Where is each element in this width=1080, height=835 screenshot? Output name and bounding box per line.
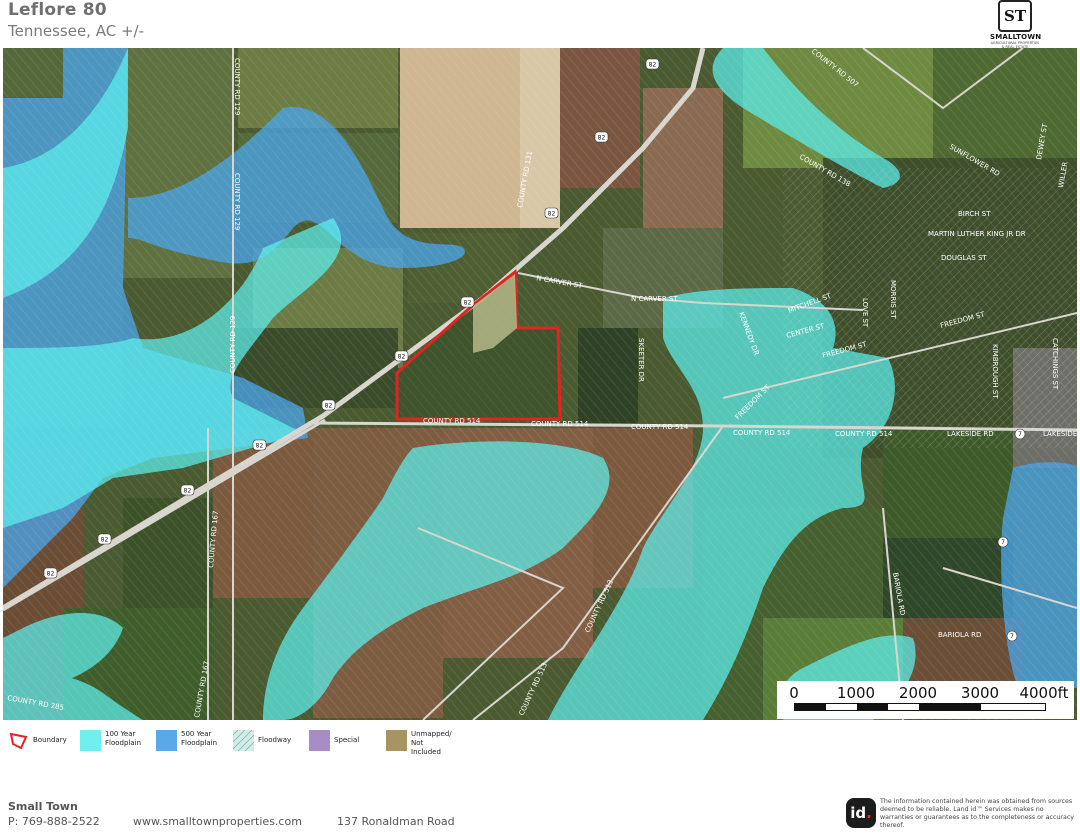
map-report-page: Leflore 80 Tennessee, AC +/- ST SMALLTOW… [0, 0, 1080, 835]
road-label: BIRCH ST [958, 210, 991, 218]
floodplain-100-swatch [80, 730, 101, 751]
road-label: MARTIN LUTHER KING JR DR [928, 230, 1026, 238]
footer-disclaimer: The information contained herein was obt… [880, 798, 1075, 829]
road-label: COUNTY RD 514 [631, 423, 689, 431]
route-shield: 82 [180, 484, 195, 496]
svg-text:82: 82 [464, 300, 472, 307]
smalltown-logo: ST SMALLTOWN AGRICULTURAL PROPERTIES & R… [990, 0, 1042, 49]
route-shield: 82 [252, 439, 267, 451]
road-label: COUNTY RD 514 [835, 430, 893, 438]
svg-text:82: 82 [598, 135, 606, 142]
road-label: MORRIS ST [889, 280, 897, 319]
aerial-map[interactable]: COUNTY RD 507 COUNTY RD 129 COUNTY RD 12… [3, 48, 1077, 720]
boundary-swatch [9, 732, 28, 750]
route-shield: 82 [321, 399, 336, 411]
road-label: COUNTY RD 129 [233, 58, 241, 115]
svg-text:82: 82 [256, 443, 264, 450]
road-label: SKEETER DR [637, 338, 645, 382]
legend-label: Floodway [258, 736, 292, 744]
footer-phone: P: 769-888-2522 [8, 815, 100, 828]
special-swatch [309, 730, 330, 751]
route-marker: 7 [1014, 428, 1026, 440]
svg-text:82: 82 [47, 571, 55, 578]
logo-name: SMALLTOWN [990, 33, 1042, 41]
route-shield: 82 [97, 533, 112, 545]
scale-label: 1000 [836, 684, 876, 702]
route-shield: 82 [394, 350, 409, 362]
road-label: LOVE ST [861, 298, 869, 328]
scale-label: 4000ft [1019, 684, 1069, 702]
unmapped-swatch [386, 730, 407, 751]
footer-address: 137 Ronaldman Road [337, 815, 455, 828]
legend-label: Unmapped/ Not Included [411, 730, 452, 756]
svg-text:7: 7 [1001, 539, 1005, 546]
scale-label: 3000 [960, 684, 1000, 702]
svg-text:82: 82 [398, 354, 406, 361]
map-canvas: COUNTY RD 507 COUNTY RD 129 COUNTY RD 12… [3, 48, 1077, 720]
footer-website-link[interactable]: www.smalltownproperties.com [133, 815, 302, 828]
road-label: COUNTY RD 514 [733, 429, 791, 437]
road-label: COUNTY RD 129 [229, 316, 237, 373]
legend-label: Special [334, 736, 360, 744]
road-label: CATCHINGS ST [1051, 338, 1059, 390]
road-label: COUNTY RD 129 [233, 173, 241, 230]
scale-label: 0 [789, 684, 799, 702]
landid-logo-dot: . [866, 804, 872, 822]
svg-text:82: 82 [649, 62, 657, 69]
road-label: COUNTY RD 514 [531, 420, 589, 428]
scale-label: 2000 [898, 684, 938, 702]
svg-text:82: 82 [101, 537, 109, 544]
road-label: COUNTY RD 514 [423, 417, 481, 425]
road-label: DOUGLAS ST [941, 254, 987, 262]
route-marker: 7 [1006, 630, 1018, 642]
floodplain-500-swatch [156, 730, 177, 751]
svg-text:7: 7 [1010, 633, 1014, 640]
legend-label: 100 Year Floodplain [105, 730, 142, 747]
landid-logo: id. [846, 798, 876, 828]
route-marker: 7 [997, 536, 1009, 548]
report-title: Leflore 80 [8, 0, 107, 20]
legend-label: Boundary [33, 736, 67, 744]
route-shield: 82 [645, 58, 660, 70]
svg-text:7: 7 [1018, 431, 1022, 438]
svg-text:82: 82 [325, 403, 333, 410]
scale-bar: 0 1000 2000 3000 4000ft [777, 681, 1074, 719]
landid-logo-text: id [850, 804, 867, 822]
logo-monogram: ST [998, 0, 1032, 32]
report-subtitle: Tennessee, AC +/- [8, 22, 144, 40]
route-shield: 82 [43, 567, 58, 579]
road-label: LAKESIDE RD [947, 430, 994, 438]
svg-text:82: 82 [184, 488, 192, 495]
floodway-swatch [233, 730, 254, 751]
road-label: N CARVER ST [631, 295, 678, 303]
route-shield: 82 [544, 207, 559, 219]
legend-label: 500 Year Floodplain [181, 730, 218, 747]
road-label: KIMBROUGH ST [991, 344, 999, 399]
scale-ruler [794, 703, 1046, 711]
svg-text:82: 82 [548, 211, 556, 218]
road-label: BARIOLA RD [938, 631, 981, 639]
route-shield: 82 [460, 296, 475, 308]
route-shield: 82 [594, 131, 609, 143]
footer-company: Small Town [8, 800, 78, 813]
road-label: LAKESIDE [1043, 430, 1077, 438]
